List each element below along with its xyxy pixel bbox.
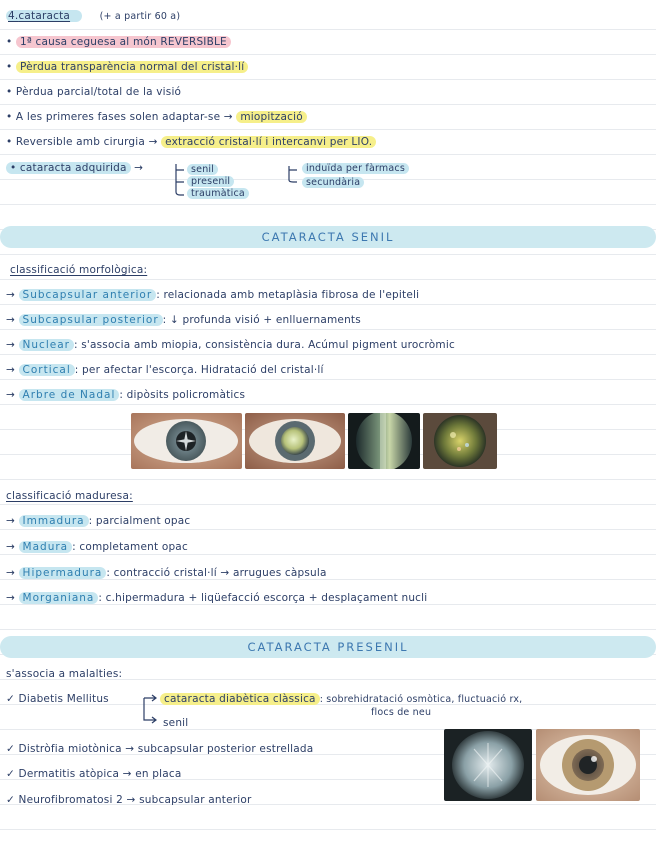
dm-desc-2: flocs de neu	[371, 707, 432, 718]
type-traumatica: traumàtica	[187, 187, 249, 201]
eye-photo-4	[423, 413, 497, 469]
maturity-1: → Immadura: parcialment opac	[6, 515, 191, 527]
bullet-1: • 1ª causa ceguesa al món REVERSIBLE	[6, 35, 231, 49]
morph-1: → Subcapsular anterior: relacionada amb …	[6, 289, 420, 301]
eye-photo-6	[536, 729, 640, 801]
presenil-item-1: ✓ Distròfia miotònica → subcapsular post…	[6, 743, 314, 755]
bullet-5: • Reversible amb cirurgia → extracció cr…	[6, 135, 377, 149]
bullet-4: • A les primeres fases solen adaptar-se …	[6, 110, 307, 124]
morph-5: → Arbre de Nadal: dipòsits policromàtics	[6, 389, 246, 401]
banner-presenil: CATARACTA PRESENIL	[0, 636, 656, 658]
title-note: (+ a partir 60 a)	[99, 11, 181, 22]
maturity-2: → Madura: completament opac	[6, 541, 188, 553]
maturity-3: → Hipermadura: contracció cristal·lí → a…	[6, 567, 327, 579]
eye-photo-5	[444, 729, 532, 801]
morph-heading: classificació morfològica:	[10, 264, 148, 276]
sub-induida: induïda per fàrmacs	[302, 162, 409, 176]
bullet-3: • Pèrdua parcial/total de la visió	[6, 86, 182, 98]
maturity-heading: classificació maduresa:	[6, 490, 133, 502]
bullet-2: • Pèrdua transparència normal del crista…	[6, 60, 249, 74]
acquired-label: • cataracta adquirida →	[6, 161, 143, 175]
eye-photo-1	[131, 413, 242, 469]
page-title: 4.cataracta (+ a partir 60 a)	[6, 10, 181, 22]
presenil-intro: s'associa a malalties:	[6, 668, 123, 680]
sub-secundaria: secundària	[302, 176, 365, 190]
dm-label: ✓ Diabetis Mellitus	[6, 693, 109, 705]
banner-senil: CATARACTA SENIL	[0, 226, 656, 248]
morph-2: → Subcapsular posterior: ↓ profunda visi…	[6, 314, 361, 326]
notes-page: 4.cataracta (+ a partir 60 a) • 1ª causa…	[0, 0, 656, 848]
eye-photo-2	[245, 413, 345, 469]
presenil-item-3: ✓ Neurofibromatosi 2 → subcapsular anter…	[6, 794, 252, 806]
maturity-4: → Morganiana: c.hipermadura + liqüefacci…	[6, 592, 428, 604]
eye-photo-3	[348, 413, 420, 469]
presenil-item-2: ✓ Dermatitis atòpica → en placa	[6, 768, 182, 780]
morph-4: → Cortical: per afectar l'escorça. Hidra…	[6, 364, 324, 376]
morph-3: → Nuclear: s'associa amb miopia, consist…	[6, 339, 455, 351]
dm-classic: cataracta diabètica clàssica: sobrehidra…	[160, 692, 522, 707]
dm-senil: senil	[163, 717, 189, 729]
